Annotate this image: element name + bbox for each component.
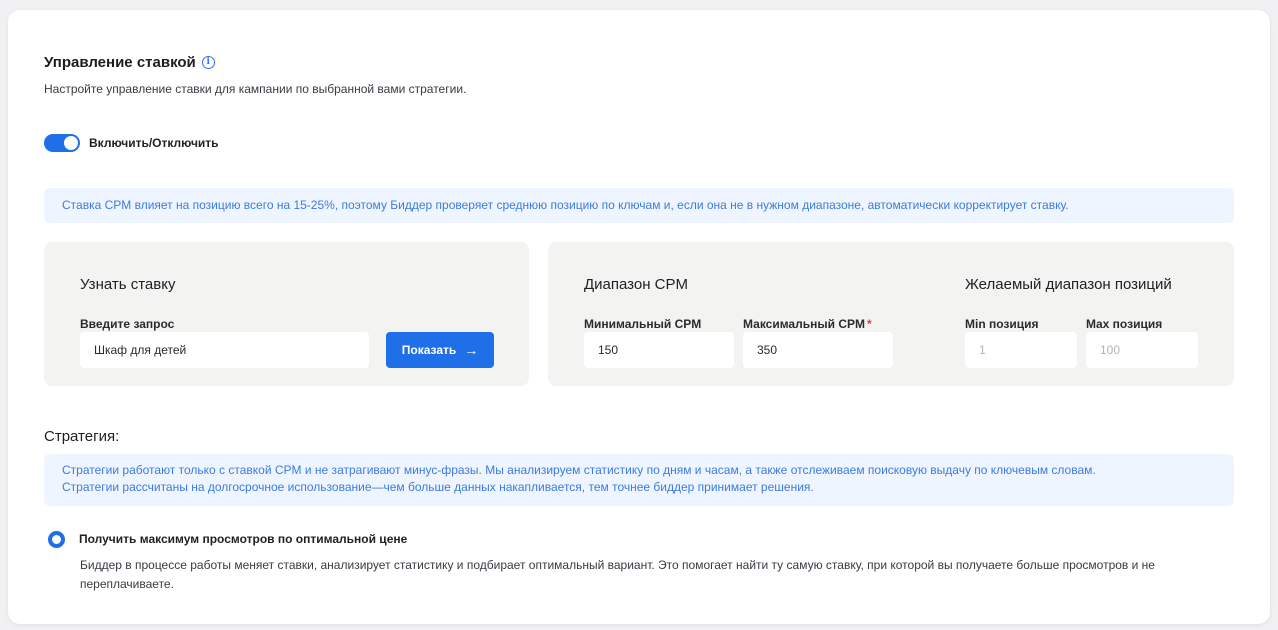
strategy-info-banner: Стратегии работают только с ставкой CPM … <box>44 454 1234 506</box>
max-position-input[interactable]: 100 <box>1086 332 1198 368</box>
know-bid-title: Узнать ставку <box>80 276 176 293</box>
positions-title: Желаемый диапазон позиций <box>965 276 1172 293</box>
header: Управление ставкой i <box>44 54 215 71</box>
strategy-info-line-1: Стратегии работают только с ставкой CPM … <box>62 463 1096 477</box>
enable-toggle[interactable] <box>44 134 80 152</box>
range-panel: Диапазон CPM Минимальный CPM 150 Максима… <box>548 242 1234 386</box>
strategy-radio[interactable] <box>48 531 65 548</box>
strategy-info-line-2: Стратегии рассчитаны на долгосрочное исп… <box>62 480 814 494</box>
bid-management-card: Управление ставкой i Настройте управлени… <box>8 10 1270 624</box>
arrow-right-icon: → <box>464 342 479 358</box>
query-label: Введите запрос <box>80 317 175 331</box>
info-icon[interactable]: i <box>201 56 215 69</box>
show-button-label: Показать <box>401 343 457 357</box>
max-cpm-label: Максимальный CPM * <box>743 317 872 331</box>
min-position-input[interactable]: 1 <box>965 332 1077 368</box>
cpm-range-title: Диапазон CPM <box>584 276 689 293</box>
know-bid-panel: Узнать ставку Введите запрос Шкаф для де… <box>44 242 529 386</box>
max-cpm-input[interactable]: 350 <box>743 332 893 368</box>
page-subtitle: Настройте управление ставки для кампании… <box>44 82 467 96</box>
max-cpm-label-text: Максимальный CPM <box>743 317 865 331</box>
max-position-label: Max позиция <box>1086 317 1163 331</box>
strategy-option-description: Биддер в процессе работы меняет ставки, … <box>80 558 1155 591</box>
strategy-title: Стратегия: <box>44 428 120 445</box>
min-cpm-input[interactable]: 150 <box>584 332 734 368</box>
strategy-option-title[interactable]: Получить максимум просмотров по оптималь… <box>79 531 407 548</box>
enable-toggle-label[interactable]: Включить/Отключить <box>89 136 219 150</box>
min-position-label: Min позиция <box>965 317 1039 331</box>
enable-toggle-row: Включить/Отключить <box>44 134 219 152</box>
page-title: Управление ставкой <box>44 54 196 71</box>
query-input[interactable]: Шкаф для детей <box>80 332 369 368</box>
show-button[interactable]: Показать → <box>386 332 494 368</box>
toggle-knob <box>64 136 78 150</box>
min-cpm-label: Минимальный CPM <box>584 317 702 331</box>
cpm-info-banner: Ставка CPM влияет на позицию всего на 15… <box>44 188 1234 223</box>
strategy-option[interactable]: Получить максимум просмотров по оптималь… <box>48 531 407 548</box>
required-mark: * <box>866 317 872 331</box>
